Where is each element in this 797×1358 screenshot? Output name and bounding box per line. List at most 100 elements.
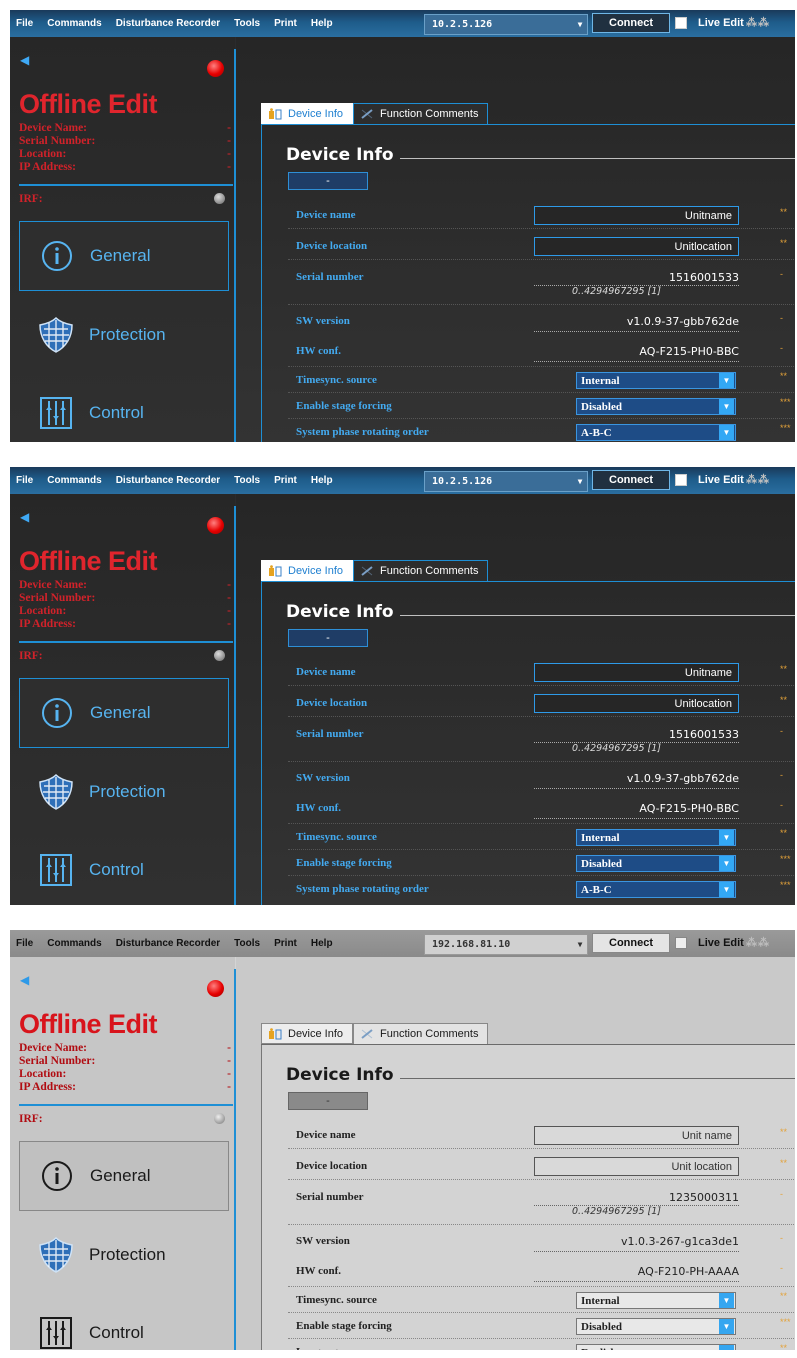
chevron-down-icon[interactable]: ▼	[719, 856, 734, 871]
device-location-input[interactable]: Unitlocation	[534, 237, 739, 256]
chevron-down-icon[interactable]: ▼	[719, 830, 734, 845]
tab-device-info[interactable]: Device Info	[261, 560, 354, 581]
chevron-down-icon[interactable]: ▼	[719, 425, 734, 440]
sidebar-item-label: Control	[89, 860, 144, 879]
last-setting-select[interactable]: A-B-C ▼	[576, 881, 736, 898]
menu-print[interactable]: Print	[274, 938, 297, 949]
main-content: Device Info Function Comments Device Inf…	[236, 494, 795, 905]
connect-button[interactable]: Connect	[592, 470, 670, 490]
collapse-button[interactable]: -	[288, 629, 368, 647]
chevron-down-icon[interactable]: ▼	[719, 1345, 734, 1350]
access-level-stars: -	[780, 1233, 783, 1243]
live-edit-checkbox[interactable]	[675, 937, 687, 949]
chevron-down-icon[interactable]: ▼	[573, 477, 587, 486]
device-name-input[interactable]: Unitname	[534, 663, 739, 682]
menu-commands[interactable]: Commands	[47, 18, 101, 29]
sidebar-item-protection[interactable]: Protection	[19, 1220, 229, 1290]
sidebar-item-general[interactable]: General	[19, 678, 229, 748]
last-setting-select[interactable]: English ▼	[576, 1344, 736, 1350]
chevron-down-icon[interactable]: ▼	[719, 882, 734, 897]
menu-commands[interactable]: Commands	[47, 475, 101, 486]
serial-number-value: 1516001533	[669, 728, 739, 741]
collapse-button[interactable]: -	[288, 1092, 368, 1110]
timesync-select[interactable]: Internal ▼	[576, 372, 736, 389]
stage-forcing-select[interactable]: Disabled ▼	[576, 1318, 736, 1335]
tab-device-info[interactable]: Device Info	[261, 103, 354, 124]
menu-tools[interactable]: Tools	[234, 475, 260, 486]
menu-disturbance-recorder[interactable]: Disturbance Recorder	[116, 938, 220, 949]
menu-bar: File Commands Disturbance Recorder Tools…	[10, 467, 795, 494]
device-info-icon	[268, 1027, 282, 1040]
sidebar-item-control[interactable]: Control	[19, 1298, 229, 1350]
summary-label: Location:	[19, 148, 67, 160]
row-underline	[288, 1224, 794, 1225]
menu-print[interactable]: Print	[274, 18, 297, 29]
ip-address-combo[interactable]: 192.168.81.10 ▼	[424, 934, 588, 955]
menu-disturbance-recorder[interactable]: Disturbance Recorder	[116, 18, 220, 29]
row-device-name: Device name Unitname **	[288, 662, 794, 686]
sidebar-item-general[interactable]: General	[19, 221, 229, 291]
main-menu: File Commands Disturbance Recorder Tools…	[10, 18, 347, 29]
chevron-down-icon[interactable]: ▼	[719, 1293, 734, 1308]
menu-print[interactable]: Print	[274, 475, 297, 486]
row-sw-version: SW version v1.0.3-267-g1ca3de1 -	[288, 1229, 794, 1255]
back-arrow-icon[interactable]: ◀	[20, 973, 29, 987]
menu-tools[interactable]: Tools	[234, 18, 260, 29]
device-summary: Device Name: - Serial Number: - Location: -…	[19, 1042, 231, 1094]
summary-location: Location: -	[19, 605, 231, 618]
tab-function-comments[interactable]: Function Comments	[353, 560, 489, 581]
tab-function-comments[interactable]: Function Comments	[353, 103, 489, 124]
row-underline	[288, 228, 794, 229]
sidebar-item-control[interactable]: Control	[19, 378, 229, 442]
device-name-input[interactable]: Unit name	[534, 1126, 739, 1145]
timesync-select[interactable]: Internal ▼	[576, 1292, 736, 1309]
tab-function-comments[interactable]: Function Comments	[353, 1023, 489, 1044]
device-name-input[interactable]: Unitname	[534, 206, 739, 225]
sidebar: ◀ Offline Edit Device Name: - Serial Numb…	[10, 957, 236, 1350]
menu-help[interactable]: Help	[311, 475, 333, 486]
collapse-button[interactable]: -	[288, 172, 368, 190]
back-arrow-icon[interactable]: ◀	[20, 510, 29, 524]
sidebar-item-general[interactable]: General	[19, 1141, 229, 1211]
row-underline	[288, 366, 794, 367]
access-level-stars: ***	[780, 397, 791, 407]
chevron-down-icon[interactable]: ▼	[573, 20, 587, 29]
menu-help[interactable]: Help	[311, 18, 333, 29]
live-edit-checkbox[interactable]	[675, 474, 687, 486]
sidebar-item-protection[interactable]: Protection	[19, 300, 229, 370]
back-arrow-icon[interactable]: ◀	[20, 53, 29, 67]
last-setting-select[interactable]: A-B-C ▼	[576, 424, 736, 441]
sidebar-item-label: Control	[89, 403, 144, 422]
chevron-down-icon[interactable]: ▼	[719, 399, 734, 414]
device-location-input[interactable]: Unitlocation	[534, 694, 739, 713]
stage-forcing-select[interactable]: Disabled ▼	[576, 855, 736, 872]
menu-tools[interactable]: Tools	[234, 938, 260, 949]
stage-forcing-select[interactable]: Disabled ▼	[576, 398, 736, 415]
value-dots	[534, 788, 739, 789]
panel-title: Device Info	[286, 602, 394, 622]
sidebar-item-control[interactable]: Control	[19, 835, 229, 905]
device-name-label: Device name	[296, 1129, 356, 1141]
ip-address-combo[interactable]: 10.2.5.126 ▼	[424, 471, 588, 492]
menu-file[interactable]: File	[16, 938, 33, 949]
timesync-select[interactable]: Internal ▼	[576, 829, 736, 846]
live-edit-checkbox[interactable]	[675, 17, 687, 29]
ip-address-combo[interactable]: 10.2.5.126 ▼	[424, 14, 588, 35]
device-location-input[interactable]: Unit location	[534, 1157, 739, 1176]
tab-device-info[interactable]: Device Info	[261, 1023, 354, 1044]
sidebar-item-protection[interactable]: Protection	[19, 757, 229, 827]
offline-edit-title: Offline Edit	[19, 1009, 158, 1039]
connect-button[interactable]: Connect	[592, 933, 670, 953]
chevron-down-icon[interactable]: ▼	[719, 1319, 734, 1334]
menu-disturbance-recorder[interactable]: Disturbance Recorder	[116, 475, 220, 486]
chevron-down-icon[interactable]: ▼	[719, 373, 734, 388]
stage-forcing-label: Enable stage forcing	[296, 1320, 392, 1332]
menu-file[interactable]: File	[16, 18, 33, 29]
summary-value: -	[227, 605, 231, 617]
ip-address-value: 10.2.5.126	[432, 19, 493, 30]
connect-button[interactable]: Connect	[592, 13, 670, 33]
menu-commands[interactable]: Commands	[47, 938, 101, 949]
chevron-down-icon[interactable]: ▼	[573, 940, 587, 949]
menu-file[interactable]: File	[16, 475, 33, 486]
menu-help[interactable]: Help	[311, 938, 333, 949]
